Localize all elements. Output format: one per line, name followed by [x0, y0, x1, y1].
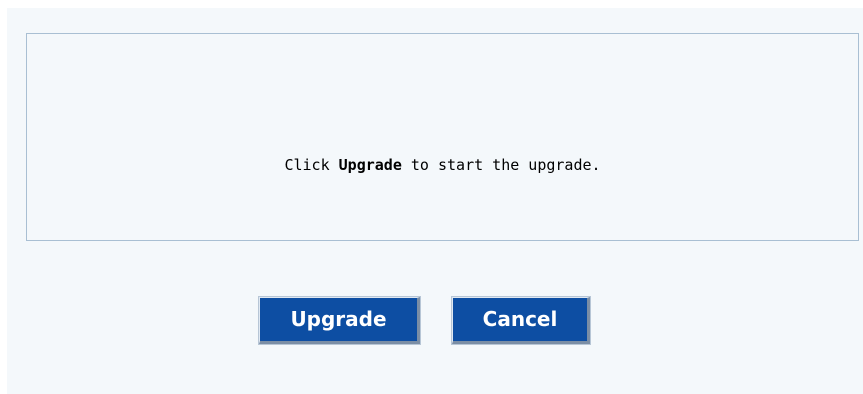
upgrade-instruction: Click Upgrade to start the upgrade. — [27, 156, 858, 174]
upgrade-button[interactable]: Upgrade — [258, 296, 421, 345]
instruction-suffix: to start the upgrade. — [401, 156, 601, 174]
message-box: Click Upgrade to start the upgrade. — [26, 33, 859, 241]
instruction-upgrade-word: Upgrade — [338, 156, 402, 174]
cancel-button[interactable]: Cancel — [451, 296, 591, 345]
upgrade-panel: Click Upgrade to start the upgrade. — [7, 8, 863, 394]
instruction-prefix: Click — [284, 156, 339, 174]
